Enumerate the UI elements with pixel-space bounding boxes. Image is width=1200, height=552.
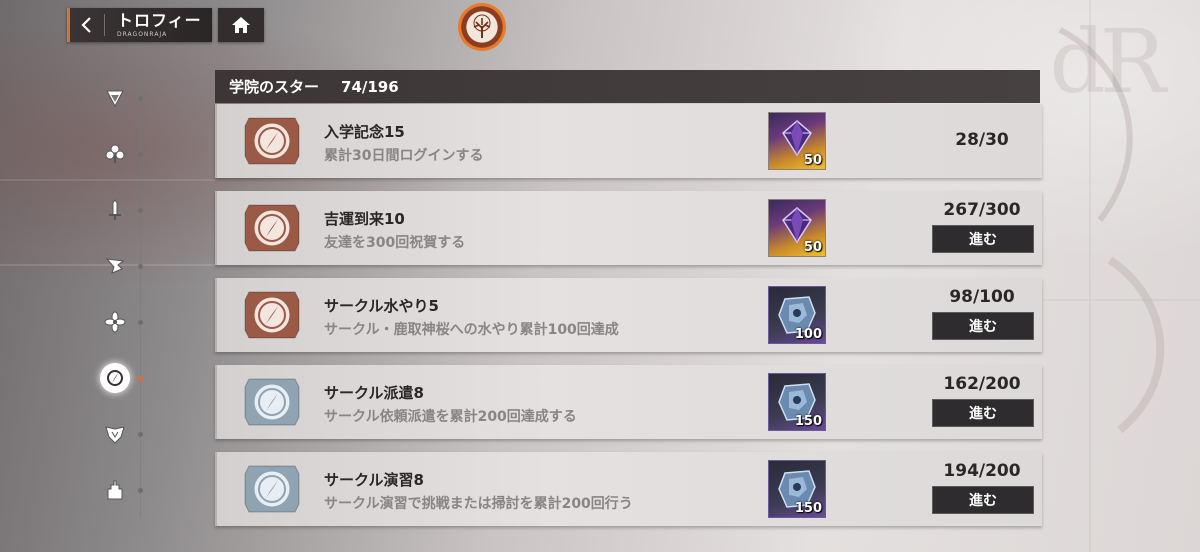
home-icon [232, 17, 250, 33]
reward-quantity: 150 [794, 414, 822, 429]
sidebar-item-1[interactable] [95, 78, 135, 118]
background-watermark: dR [1049, 10, 1166, 113]
achievement-row: サークル派遣8 サークル依頼派遣を累計200回達成する 150 162/200 進む [215, 365, 1042, 439]
go-button[interactable]: 進む [932, 486, 1034, 514]
achievement-row: サークル演習8 サークル演習で挑戦または掃討を累計200回行う 150 194/20… [215, 452, 1042, 526]
sidebar-item-2[interactable] [95, 134, 135, 174]
silver-badge-icon [241, 373, 303, 431]
achievement-description: 累計30日間ログインする [324, 148, 484, 164]
sidebar-dot [138, 152, 143, 157]
sidebar-dot [138, 432, 143, 437]
sidebar-dot [138, 96, 143, 101]
achievement-progress: 98/100 [949, 287, 1015, 307]
achievement-name: サークル派遣8 [324, 384, 424, 402]
back-button[interactable] [70, 8, 104, 42]
sidebar-dot [138, 320, 143, 325]
sword-icon [109, 199, 121, 220]
achievement-name: サークル水やり5 [324, 297, 439, 315]
page-subtitle: DRAGONRAJA [117, 30, 168, 38]
reward-quantity: 100 [794, 327, 822, 342]
sidebar-item-6-active[interactable] [95, 358, 135, 398]
compass-icon [107, 370, 123, 386]
sidebar-item-5[interactable] [95, 302, 135, 342]
achievement-name: 入学記念15 [324, 123, 405, 141]
reward-item[interactable]: 150 [768, 373, 826, 431]
top-bar: トロフィー DRAGONRAJA [67, 8, 264, 42]
sidebar-item-8[interactable] [95, 470, 135, 510]
page-title: トロフィー [117, 10, 202, 30]
panel-title: 学院のスター [229, 78, 320, 96]
sidebar-dot-active [138, 376, 143, 381]
tree-emblem-icon [458, 3, 506, 51]
achievement-description: サークル依頼派遣を累計200回達成する [324, 409, 577, 425]
achievement-row: 吉運到来10 友達を300回祝賀する 50 267/300 進む [215, 191, 1042, 265]
sidebar-item-3[interactable] [95, 190, 135, 230]
panel-header: 学院のスター 74/196 [215, 70, 1040, 103]
panel-progress-count: 74/196 [341, 77, 399, 96]
sidebar-track [140, 78, 141, 518]
achievement-progress: 162/200 [943, 374, 1021, 394]
reward-item[interactable]: 50 [768, 199, 826, 257]
achievement-row: 入学記念15 累計30日間ログインする 50 28/30 [215, 104, 1042, 178]
home-button[interactable] [218, 8, 264, 42]
achievement-panel: 学院のスター 74/196 [215, 70, 1040, 103]
achievement-name: 吉運到来10 [324, 210, 405, 228]
club-icon [105, 144, 125, 163]
category-sidebar [95, 78, 155, 518]
reward-quantity: 50 [803, 240, 822, 255]
reward-item[interactable]: 50 [768, 112, 826, 170]
silver-badge-icon [241, 460, 303, 518]
sidebar-item-4[interactable] [95, 246, 135, 286]
page-title-block: トロフィー DRAGONRAJA [105, 10, 202, 38]
bronze-badge-icon [241, 199, 303, 257]
wing-icon [105, 258, 125, 274]
reward-item[interactable]: 100 [768, 286, 826, 344]
achievement-description: サークル・鹿取神桜への水やり累計100回達成 [324, 322, 619, 338]
chevron-left-icon [81, 17, 91, 33]
back-title-group: トロフィー DRAGONRAJA [67, 8, 212, 42]
crest-icon [105, 426, 125, 444]
flower-icon [104, 311, 126, 333]
achievement-description: サークル演習で挑戦または掃討を累計200回行う [324, 496, 633, 512]
sidebar-dot [138, 208, 143, 213]
reward-item[interactable]: 150 [768, 460, 826, 518]
reward-quantity: 150 [794, 501, 822, 516]
achievement-progress: 194/200 [943, 461, 1021, 481]
bronze-badge-icon [241, 286, 303, 344]
achievement-name: サークル演習8 [324, 471, 424, 489]
castle-icon [107, 480, 123, 500]
achievement-description: 友達を300回祝賀する [324, 235, 466, 251]
reward-quantity: 50 [803, 153, 822, 168]
go-button[interactable]: 進む [932, 312, 1034, 340]
achievement-row: サークル水やり5 サークル・鹿取神桜への水やり累計100回達成 100 98/100… [215, 278, 1042, 352]
go-button[interactable]: 進む [932, 225, 1034, 253]
triangle-crest-icon [106, 90, 124, 108]
sidebar-dot [138, 488, 143, 493]
active-indicator [100, 363, 130, 393]
achievement-progress: 28/30 [955, 130, 1009, 150]
achievement-progress: 267/300 [943, 200, 1021, 220]
sidebar-dot [138, 264, 143, 269]
bronze-badge-icon [241, 112, 303, 170]
go-button[interactable]: 進む [932, 399, 1034, 427]
sidebar-item-7[interactable] [95, 414, 135, 454]
